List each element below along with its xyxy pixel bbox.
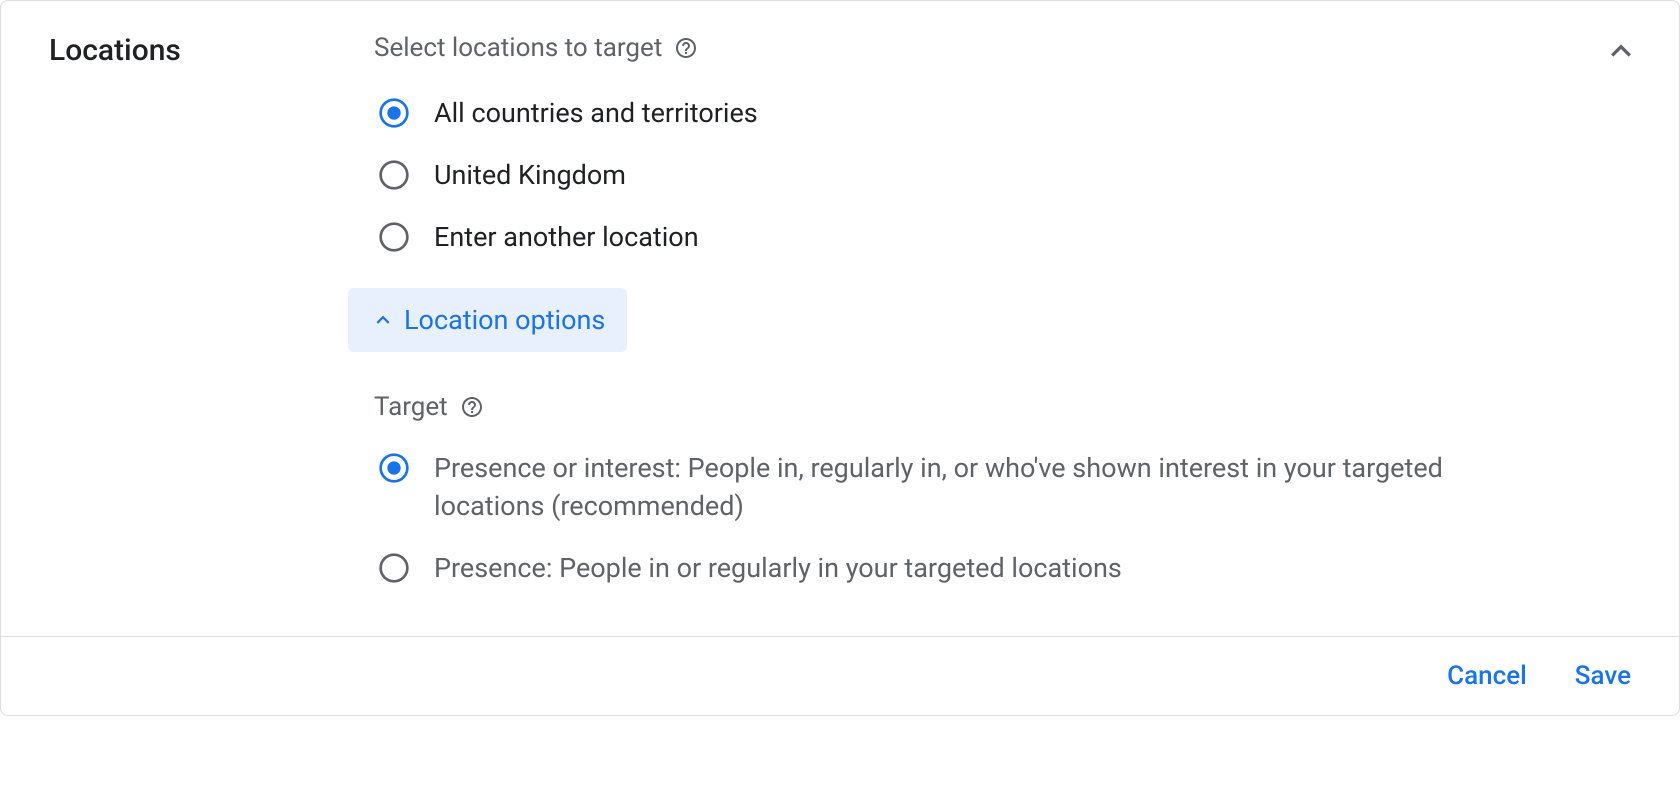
right-column: Select locations to target bbox=[374, 33, 1631, 612]
target-title: Target bbox=[374, 392, 448, 422]
question-circle-icon bbox=[674, 36, 698, 60]
expandable-label: Location options bbox=[404, 304, 605, 336]
radio-button-unselected bbox=[378, 552, 410, 584]
radio-label: Presence: People in or regularly in your… bbox=[434, 550, 1122, 588]
radio-label: Enter another location bbox=[434, 219, 699, 257]
help-icon-locations[interactable] bbox=[674, 36, 698, 60]
section-title: Locations bbox=[49, 33, 374, 68]
save-button[interactable]: Save bbox=[1575, 661, 1631, 691]
radio-label: All countries and territories bbox=[434, 95, 758, 133]
radio-label: Presence or interest: People in, regular… bbox=[434, 450, 1551, 526]
card-footer: Cancel Save bbox=[1, 636, 1679, 715]
collapse-section-button[interactable] bbox=[1601, 31, 1641, 71]
help-icon-target[interactable] bbox=[460, 395, 484, 419]
radio-united-kingdom[interactable]: United Kingdom bbox=[378, 157, 1551, 195]
radio-button-selected bbox=[378, 97, 410, 129]
radio-presence[interactable]: Presence: People in or regularly in your… bbox=[378, 550, 1551, 588]
radio-enter-location[interactable]: Enter another location bbox=[378, 219, 1551, 257]
radio-label: United Kingdom bbox=[434, 157, 626, 195]
radio-button-unselected bbox=[378, 221, 410, 253]
target-header: Target bbox=[374, 392, 1551, 422]
chevron-up-icon bbox=[370, 307, 396, 333]
radio-all-countries[interactable]: All countries and territories bbox=[378, 95, 1551, 133]
main-content: Locations Select locations to target bbox=[1, 1, 1679, 636]
target-section: Target bbox=[374, 392, 1551, 587]
locations-card: Locations Select locations to target bbox=[0, 0, 1680, 716]
target-radio-group: Presence or interest: People in, regular… bbox=[378, 450, 1551, 587]
location-radio-group: All countries and territories United Kin… bbox=[378, 95, 1551, 256]
chevron-up-icon bbox=[1601, 31, 1641, 71]
subtitle-row: Select locations to target bbox=[374, 33, 1551, 63]
question-circle-icon bbox=[460, 395, 484, 419]
radio-button-unselected bbox=[378, 159, 410, 191]
radio-presence-or-interest[interactable]: Presence or interest: People in, regular… bbox=[378, 450, 1551, 526]
location-options-toggle[interactable]: Location options bbox=[348, 288, 627, 352]
section-subtitle: Select locations to target bbox=[374, 33, 662, 63]
radio-button-selected bbox=[378, 452, 410, 484]
cancel-button[interactable]: Cancel bbox=[1447, 661, 1527, 691]
left-column: Locations bbox=[49, 33, 374, 612]
